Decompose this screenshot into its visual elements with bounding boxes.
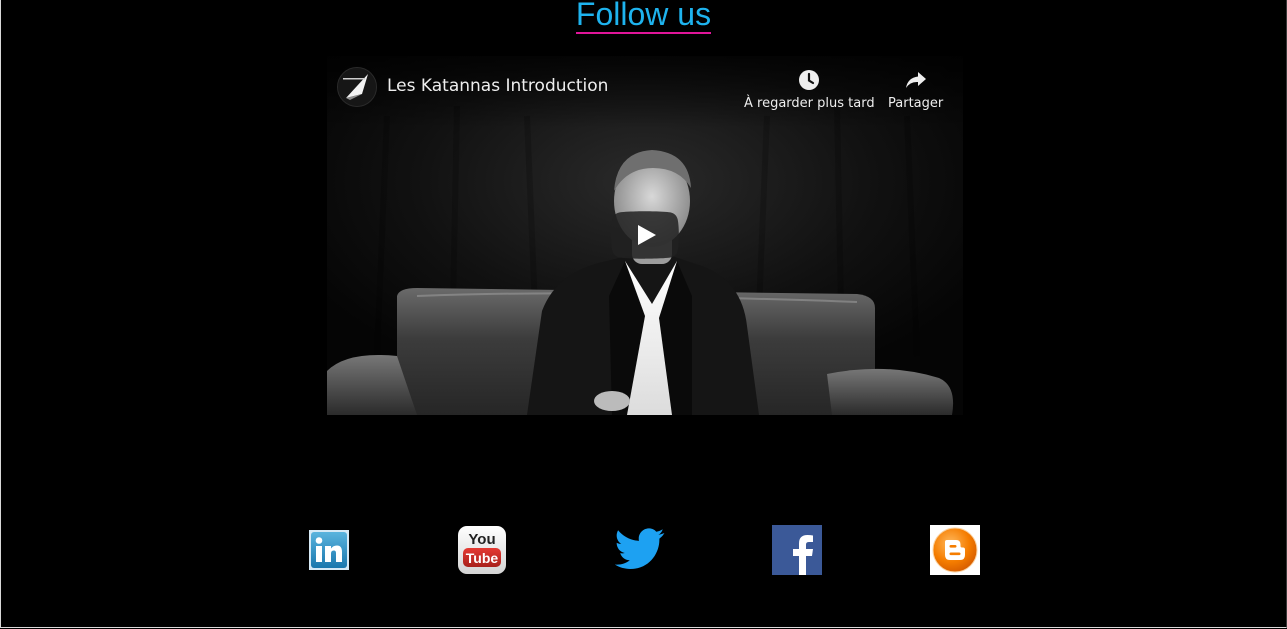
share-button[interactable]: Partager [888, 68, 943, 111]
watch-later-button[interactable]: À regarder plus tard [744, 68, 875, 111]
youtube-label-top: You [468, 531, 495, 548]
youtube-link[interactable]: You Tube [457, 525, 507, 575]
facebook-link[interactable] [772, 525, 822, 575]
twitter-link[interactable] [615, 527, 665, 571]
facebook-icon [772, 525, 822, 575]
youtube-icon: You Tube [458, 526, 506, 574]
watch-later-label: À regarder plus tard [744, 96, 875, 111]
blogger-link[interactable] [930, 525, 980, 575]
play-icon [611, 211, 679, 259]
linkedin-link[interactable] [309, 530, 349, 570]
youtube-label-bottom: Tube [466, 550, 499, 566]
share-label: Partager [888, 96, 944, 111]
share-arrow-icon [905, 72, 926, 88]
katanna-logo-icon [338, 68, 376, 106]
clock-icon [799, 70, 820, 90]
twitter-icon [615, 528, 665, 569]
play-button[interactable] [611, 211, 679, 259]
video-title[interactable]: Les Katannas Introduction [387, 76, 608, 96]
page-title: Follow us [0, 0, 1287, 34]
linkedin-icon [309, 530, 349, 570]
follow-us-link[interactable]: Follow us [575, 0, 712, 34]
video-player[interactable]: Les Katannas Introduction À regarder plu… [327, 56, 963, 415]
channel-avatar[interactable] [337, 67, 377, 107]
blogger-icon [930, 525, 980, 575]
